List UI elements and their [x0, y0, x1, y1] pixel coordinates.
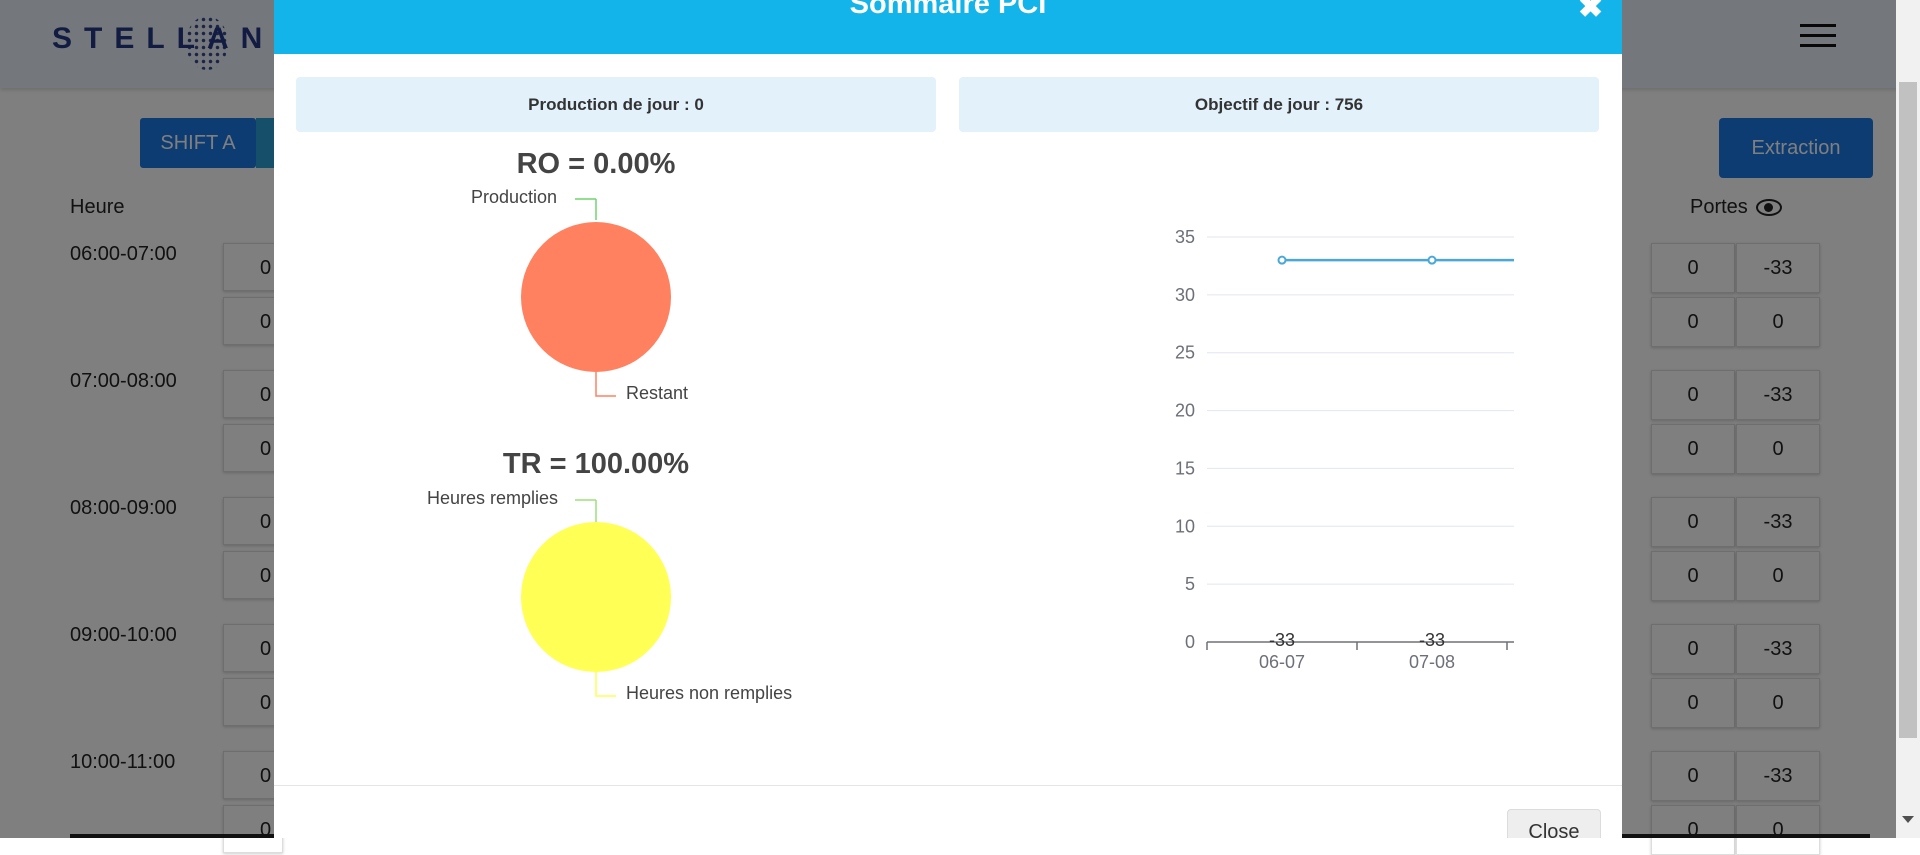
tr-pie-title: TR = 100.00%	[502, 448, 690, 480]
tr-label-heures-non-remplies: Heures non remplies	[626, 683, 793, 703]
close-button[interactable]: Close	[1507, 809, 1601, 838]
ro-restant-leader-line	[595, 372, 616, 397]
y-tick-label: 5	[1185, 574, 1195, 594]
scroll-down-arrow-icon[interactable]	[1902, 816, 1914, 823]
x-tick-label: 06-07	[1259, 652, 1305, 672]
sommaire-pci-modal: Sommaire PCI ✖ Production de jour : 0 Ob…	[274, 0, 1622, 838]
modal-footer-divider	[274, 785, 1622, 786]
ro-label-restant: Restant	[626, 383, 689, 403]
scrollbar-thumb[interactable]	[1899, 82, 1917, 738]
y-tick-label: 20	[1175, 401, 1195, 421]
tr-label-heures-remplies: Heures remplies	[427, 488, 559, 508]
x-tick-label: 07-08	[1409, 652, 1455, 672]
y-tick-label: 30	[1175, 285, 1195, 305]
y-tick-label: 15	[1175, 458, 1195, 478]
y-tick-label: 25	[1175, 343, 1195, 363]
data-label: -33	[1269, 630, 1295, 650]
y-tick-label: 35	[1175, 227, 1195, 247]
line-chart-svg: 05101520253035-3306-07-3307-08-3308-09-3…	[1175, 227, 1514, 672]
ro-label-production: Production	[471, 187, 558, 207]
data-point	[1427, 255, 1437, 265]
pie-charts-svg	[521, 198, 671, 697]
data-label: -33	[1419, 630, 1445, 650]
tr-pie-slice-heures-remplies[interactable]	[521, 522, 671, 672]
close-icon[interactable]: ✖	[1578, 0, 1603, 25]
y-tick-label: 10	[1175, 516, 1195, 536]
ro-pie-slice-restant[interactable]	[521, 222, 671, 372]
data-point	[1277, 255, 1287, 265]
objectif-de-jour-box: Objectif de jour : 756	[959, 77, 1599, 132]
tr-non-remplies-leader-line	[595, 672, 616, 697]
y-tick-label: 0	[1185, 632, 1195, 652]
